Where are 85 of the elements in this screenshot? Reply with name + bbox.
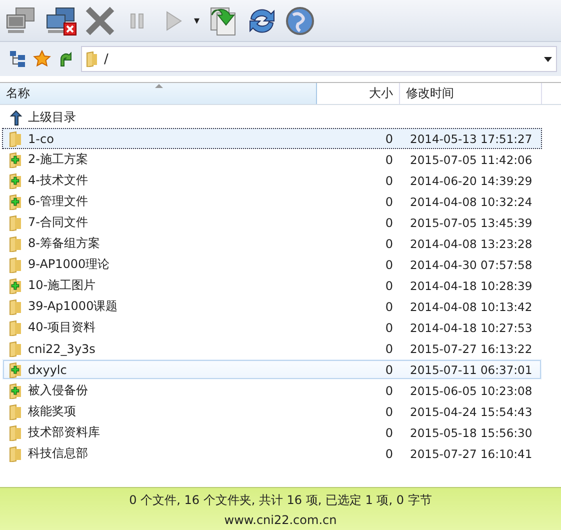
folder-name: 4-技术文件 — [28, 172, 88, 189]
size-cell-text: 0 — [384, 132, 393, 146]
size-cell-text: 0 — [384, 152, 393, 166]
size-cell-text: 0 — [384, 426, 393, 440]
folder-row[interactable]: 40-项目资料 0 2014-04-18 10:27:53 — [2, 317, 542, 338]
column-label: 大小 — [369, 85, 393, 102]
folder-row[interactable]: 4-技术文件 0 2014-06-20 14:39:29 — [2, 170, 542, 191]
dropdown-caret[interactable]: ▾ — [194, 14, 200, 27]
size-cell-text: 0 — [384, 320, 393, 334]
folder-icon — [86, 51, 98, 67]
folder-row[interactable]: 被入侵备份 0 2015-06-05 10:23:08 — [2, 380, 542, 401]
folder-name: 1-co — [28, 132, 54, 146]
size-cell-text: 0 — [384, 278, 393, 292]
modified-time-cell-text: 2015-07-27 16:10:41 — [409, 446, 532, 460]
folder-row[interactable]: 核能奖项 0 2015-04-24 15:54:43 — [2, 401, 542, 422]
modified-time-cell-text: 2015-07-05 11:42:06 — [409, 152, 532, 166]
size-cell-text: 0 — [384, 446, 393, 460]
status-summary: 0 个文件, 16 个文件夹, 共计 16 项, 已选定 1 项, 0 字节 — [129, 492, 432, 508]
size-cell-text: 0 — [384, 194, 393, 208]
modified-time-cell-text: 2014-04-18 10:28:39 — [409, 278, 532, 292]
folder-name: 10-施工图片 — [28, 277, 96, 294]
up-arrow-icon — [9, 110, 23, 126]
folder-row[interactable]: dxyylc 0 2015-07-11 06:37:01 — [2, 359, 542, 380]
modified-time-cell-text: 2015-07-05 13:45:39 — [409, 216, 532, 230]
size-cell-text: 0 — [384, 258, 393, 272]
size-cell-text: 0 — [384, 174, 393, 188]
column-header[interactable]: 名称 — [0, 83, 317, 104]
sort-arrow-icon — [155, 84, 163, 88]
folder-name: 40-项目资料 — [28, 319, 96, 336]
modified-time-cell-text: 2014-04-08 10:13:42 — [409, 300, 532, 314]
folder-row[interactable]: cni22_3y3s 0 2015-07-27 16:13:22 — [2, 338, 542, 359]
modified-time-cell-text: 2014-04-18 10:27:53 — [409, 320, 532, 334]
modified-time-cell-text: 2014-04-08 10:32:24 — [409, 194, 532, 208]
dropdown-arrow-icon[interactable] — [544, 56, 552, 62]
modified-time-cell-text: 2015-06-05 10:23:08 — [409, 384, 532, 398]
size-cell-text: 0 — [384, 362, 393, 376]
size-cell-text: 0 — [384, 216, 393, 230]
folder-name: 39-Ap1000课题 — [28, 298, 118, 315]
folder-name: dxyylc — [28, 362, 67, 376]
modified-time-cell-text: 2015-07-11 06:37:01 — [409, 362, 532, 376]
column-header[interactable]: 修改时间 — [400, 83, 542, 104]
size-cell-text: 0 — [384, 404, 393, 418]
column-label: 修改时间 — [406, 85, 454, 102]
folder-name: 6-管理文件 — [28, 193, 88, 210]
size-cell-text: 0 — [384, 342, 393, 356]
row-label: 上级目录 — [28, 109, 76, 126]
modified-time-cell-text: 2014-04-08 13:23:28 — [409, 236, 532, 250]
parent-directory-row[interactable]: 上级目录 — [2, 107, 542, 128]
folder-name: 9-AP1000理论 — [28, 256, 110, 273]
folder-row[interactable]: 7-合同文件 0 2015-07-05 13:45:39 — [2, 212, 542, 233]
close-icon[interactable] — [84, 6, 116, 36]
modified-time-cell-text: 2014-06-20 14:39:29 — [409, 174, 532, 188]
folder-row[interactable]: 9-AP1000理论 0 2014-04-30 07:57:58 — [2, 254, 542, 275]
folder-name: 科技信息部 — [28, 445, 88, 462]
folder-row[interactable]: 1-co 0 2014-05-13 17:51:27 — [2, 128, 542, 149]
folder-name: 7-合同文件 — [28, 214, 88, 231]
tree-view-icon[interactable] — [9, 50, 27, 68]
column-label: 名称 — [6, 85, 30, 102]
column-header[interactable]: 大小 — [317, 83, 400, 104]
folder-name: 被入侵备份 — [28, 382, 88, 399]
address-field[interactable]: / — [81, 46, 557, 72]
path-text: / — [104, 52, 110, 66]
folder-name: 技术部资料库 — [28, 424, 100, 441]
folder-row[interactable]: 技术部资料库 0 2015-05-18 15:56:30 — [2, 422, 542, 443]
folder-name: 8-筹备组方案 — [28, 235, 100, 252]
star-icon[interactable] — [33, 50, 51, 68]
folder-row[interactable]: 39-Ap1000课题 0 2014-04-08 10:13:42 — [2, 296, 542, 317]
site-url: www.cni22.com.cn — [224, 512, 337, 526]
size-cell-text: 0 — [384, 300, 393, 314]
modified-time-cell-text: 2014-04-30 07:57:58 — [409, 258, 532, 272]
folder-row[interactable]: 6-管理文件 0 2014-04-08 10:32:24 — [2, 191, 542, 212]
folder-name: cni22_3y3s — [28, 342, 96, 356]
modified-time-cell-text: 2015-05-18 15:56:30 — [409, 426, 532, 440]
size-cell-text: 0 — [384, 236, 393, 250]
folder-name: 2-施工方案 — [28, 151, 88, 168]
disconnect-icon[interactable] — [44, 6, 78, 36]
modified-time-cell-text: 2015-04-24 15:54:43 — [409, 404, 532, 418]
folder-row[interactable]: 8-筹备组方案 0 2014-04-08 13:23:28 — [2, 233, 542, 254]
folder-name: 核能奖项 — [28, 403, 76, 420]
folder-row[interactable]: 10-施工图片 0 2014-04-18 10:28:39 — [2, 275, 542, 296]
size-cell-text: 0 — [384, 384, 393, 398]
folder-row[interactable]: 2-施工方案 0 2015-07-05 11:42:06 — [2, 149, 542, 170]
modified-time-cell-text: 2014-05-13 17:51:27 — [409, 132, 532, 146]
modified-time-cell-text: 2015-07-27 16:13:22 — [409, 342, 532, 356]
folder-row[interactable]: 科技信息部 0 2015-07-27 16:10:41 — [2, 443, 542, 464]
